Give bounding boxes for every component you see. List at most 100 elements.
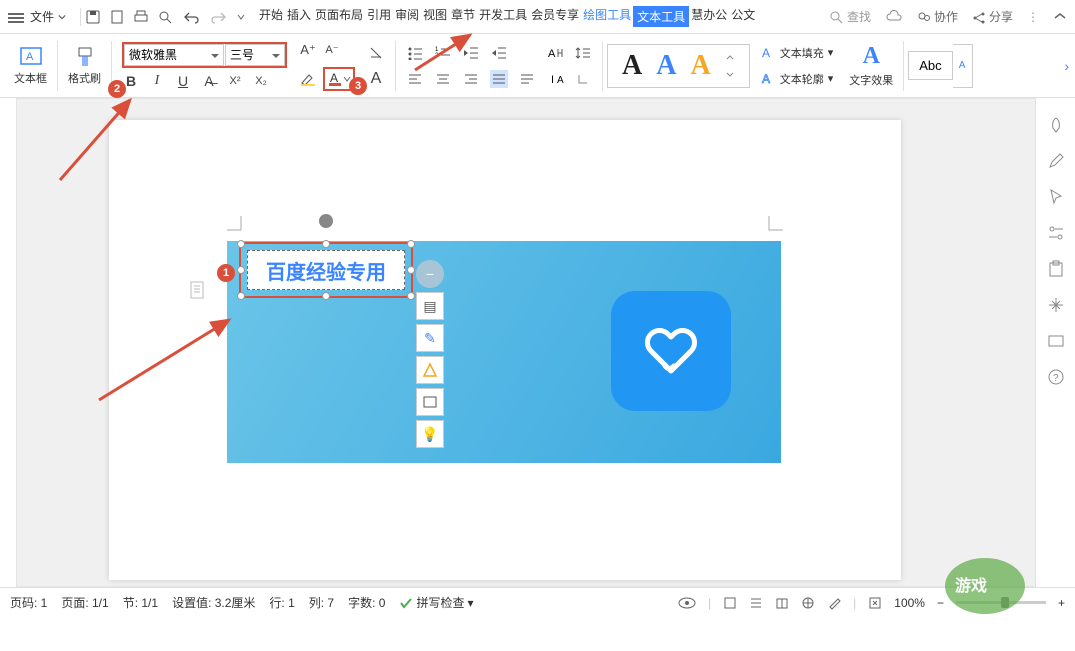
document-page[interactable]: 百度经验专用 1 − ▤ ✎ 💡 xyxy=(109,120,901,580)
redo-icon[interactable] xyxy=(209,9,229,25)
numbering-button[interactable]: 12 xyxy=(434,44,452,62)
text-outline-button[interactable]: A文本轮廓 ▾ xyxy=(756,69,838,89)
float-shape-button[interactable] xyxy=(416,356,444,384)
tab-start[interactable]: 开始 xyxy=(257,6,285,27)
status-row[interactable]: 行: 1 xyxy=(269,594,294,611)
float-edit-button[interactable]: ✎ xyxy=(416,324,444,352)
zoom-fit-icon[interactable] xyxy=(868,596,882,610)
tab-view[interactable]: 视图 xyxy=(421,6,449,27)
align-distributed-button[interactable] xyxy=(518,70,536,88)
tab-layout[interactable]: 页面布局 xyxy=(313,6,365,27)
view-page-icon[interactable] xyxy=(723,596,737,610)
status-page[interactable]: 页面: 1/1 xyxy=(61,594,108,611)
text-fill-button[interactable]: A文本填充 ▾ xyxy=(756,43,838,63)
status-eye-icon[interactable] xyxy=(678,597,696,609)
shrink-font-button[interactable]: A⁻ xyxy=(323,41,341,59)
sidebar-screen-icon[interactable] xyxy=(1047,332,1065,350)
wordart-style-1[interactable]: A xyxy=(622,50,642,82)
line-spacing-button[interactable] xyxy=(574,44,592,62)
resize-handle-ne[interactable] xyxy=(407,240,415,248)
sidebar-clipboard-icon[interactable] xyxy=(1047,260,1065,278)
resize-handle-e[interactable] xyxy=(407,266,415,274)
float-layout-button[interactable]: ▤ xyxy=(416,292,444,320)
resize-handle-nw[interactable] xyxy=(237,240,245,248)
wordart-style-3[interactable]: A xyxy=(690,50,710,82)
textbox-button[interactable]: A 文本框 xyxy=(8,46,53,86)
highlight-button[interactable] xyxy=(299,70,317,88)
corner-icon[interactable] xyxy=(574,70,592,88)
superscript-button[interactable]: X² xyxy=(226,72,244,90)
char-spacing-button[interactable]: A xyxy=(548,44,566,62)
text-effect-button[interactable]: A 文字效果 xyxy=(843,43,899,88)
char-border-button[interactable]: A xyxy=(367,70,385,88)
style-more-button[interactable]: A xyxy=(953,44,973,88)
sidebar-settings-icon[interactable] xyxy=(1047,224,1065,242)
indent-increase-button[interactable] xyxy=(490,44,508,62)
align-right-button[interactable] xyxy=(462,70,480,88)
collab-button[interactable]: 协作 xyxy=(917,8,958,25)
status-section[interactable]: 节: 1/1 xyxy=(123,594,158,611)
grow-font-button[interactable]: A⁺ xyxy=(299,41,317,59)
zoom-in-button[interactable]: + xyxy=(1058,596,1065,610)
view-read-icon[interactable] xyxy=(775,596,789,610)
text-direction-button[interactable]: ⅠA xyxy=(548,70,566,88)
tab-gongwen[interactable]: 公文 xyxy=(729,6,757,27)
italic-button[interactable]: I xyxy=(148,72,166,90)
resize-handle-w[interactable] xyxy=(237,266,245,274)
bullets-button[interactable] xyxy=(406,44,424,62)
view-web-icon[interactable] xyxy=(801,596,815,610)
float-frame-button[interactable] xyxy=(416,388,444,416)
font-name-select[interactable]: 微软雅黑 xyxy=(124,44,224,66)
clear-format-button[interactable] xyxy=(367,44,385,62)
view-outline-icon[interactable] xyxy=(749,596,763,610)
gallery-more-icon[interactable] xyxy=(725,51,735,81)
strike-button[interactable]: A̶ xyxy=(200,72,218,90)
dropdown-icon[interactable] xyxy=(237,13,245,21)
sidebar-sparkle-icon[interactable] xyxy=(1047,296,1065,314)
undo-icon[interactable] xyxy=(181,9,201,25)
textbox-content[interactable]: 百度经验专用 xyxy=(247,250,405,290)
print-icon[interactable] xyxy=(133,9,149,25)
status-page-no[interactable]: 页码: 1 xyxy=(10,594,47,611)
font-size-select[interactable]: 三号 xyxy=(225,44,285,66)
search-box[interactable]: 查找 xyxy=(829,8,871,25)
wordart-gallery[interactable]: A A A xyxy=(607,44,750,88)
resize-handle-sw[interactable] xyxy=(237,292,245,300)
wordart-style-2[interactable]: A xyxy=(656,50,676,82)
sidebar-pencil-icon[interactable] xyxy=(1047,152,1065,170)
resize-handle-s[interactable] xyxy=(322,292,330,300)
share-button[interactable]: 分享 xyxy=(972,8,1013,25)
tab-draw-tool[interactable]: 绘图工具 xyxy=(581,6,633,27)
status-spellcheck[interactable]: 拼写检查 ▾ xyxy=(399,594,473,611)
indent-decrease-button[interactable] xyxy=(462,44,480,62)
align-left-button[interactable] xyxy=(406,70,424,88)
resize-handle-se[interactable] xyxy=(407,292,415,300)
subscript-button[interactable]: X₂ xyxy=(252,72,270,90)
style-abc[interactable]: Abc xyxy=(908,51,952,80)
view-draft-icon[interactable] xyxy=(827,596,841,610)
tab-member[interactable]: 会员专享 xyxy=(529,6,581,27)
tab-huiban[interactable]: 慧办公 xyxy=(689,6,729,27)
tab-reference[interactable]: 引用 xyxy=(365,6,393,27)
float-idea-button[interactable]: 💡 xyxy=(416,420,444,448)
preview-icon[interactable] xyxy=(157,9,173,25)
status-col[interactable]: 列: 7 xyxy=(309,594,334,611)
align-center-button[interactable] xyxy=(434,70,452,88)
more-icon[interactable]: ⋮ xyxy=(1027,10,1039,24)
page-container[interactable]: 百度经验专用 1 − ▤ ✎ 💡 xyxy=(16,98,1053,587)
resize-handle-n[interactable] xyxy=(322,240,330,248)
tab-section[interactable]: 章节 xyxy=(449,6,477,27)
tab-review[interactable]: 审阅 xyxy=(393,6,421,27)
status-words[interactable]: 字数: 0 xyxy=(348,594,385,611)
zoom-value[interactable]: 100% xyxy=(894,596,925,610)
rotate-handle[interactable] xyxy=(319,214,333,228)
format-painter-button[interactable]: 格式刷 xyxy=(62,46,107,86)
align-justify-button[interactable] xyxy=(490,70,508,88)
float-collapse-button[interactable]: − xyxy=(416,260,444,288)
save-icon[interactable] xyxy=(85,9,101,25)
sidebar-cursor-icon[interactable] xyxy=(1047,188,1065,206)
file-menu[interactable]: 文件 xyxy=(30,8,66,25)
selected-textbox[interactable]: 百度经验专用 1 xyxy=(239,242,413,298)
tab-insert[interactable]: 插入 xyxy=(285,6,313,27)
print-preview-icon[interactable] xyxy=(109,9,125,25)
